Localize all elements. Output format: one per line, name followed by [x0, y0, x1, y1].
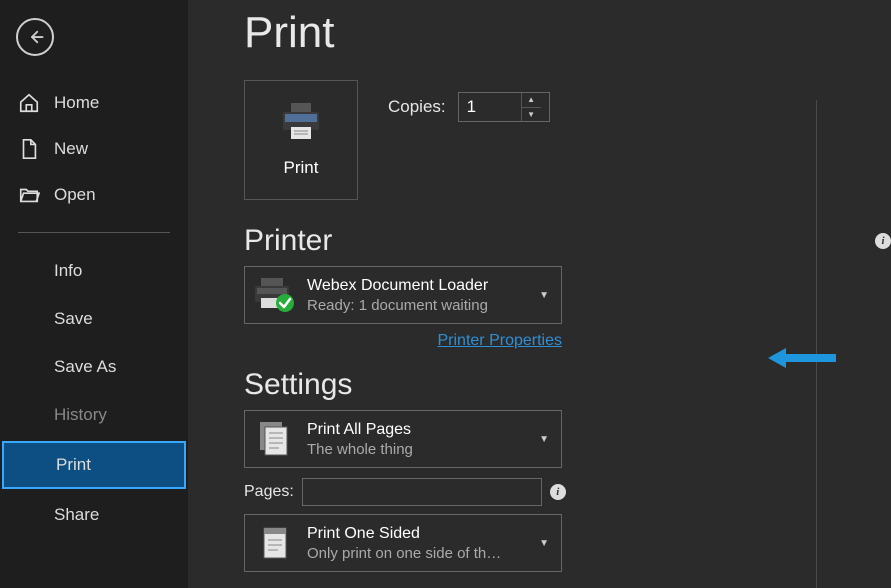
- back-button[interactable]: [16, 18, 54, 56]
- arrow-left-icon: [768, 348, 786, 368]
- copies-spinbox[interactable]: ▲ ▼: [458, 92, 550, 122]
- one-sided-icon: [253, 521, 297, 565]
- print-sides-sub: Only print on one side of th…: [307, 545, 525, 562]
- chevron-down-icon: ▼: [535, 434, 553, 445]
- print-button[interactable]: Print: [244, 80, 358, 200]
- chevron-down-icon: ▼: [535, 538, 553, 549]
- sidebar-item-label: Home: [54, 93, 99, 113]
- print-range-dropdown[interactable]: Print All Pages The whole thing ▼: [244, 410, 562, 468]
- copies-up-button[interactable]: ▲: [522, 93, 541, 108]
- arrow-left-icon: [26, 28, 44, 46]
- copies-input[interactable]: [459, 93, 521, 121]
- print-sides-dropdown[interactable]: Print One Sided Only print on one side o…: [244, 514, 562, 572]
- new-document-icon: [18, 138, 40, 160]
- sidebar-separator: [18, 232, 170, 233]
- home-icon: [18, 92, 40, 114]
- print-sides-title: Print One Sided: [307, 525, 525, 543]
- preview-divider: [816, 100, 817, 588]
- sidebar-item-home[interactable]: Home: [0, 80, 188, 126]
- printer-status-icon: [253, 273, 297, 317]
- all-pages-icon: [253, 417, 297, 461]
- sidebar-item-share[interactable]: Share: [0, 491, 188, 539]
- printer-name: Webex Document Loader: [307, 277, 525, 295]
- settings-section-title: Settings: [244, 368, 352, 402]
- printer-status: Ready: 1 document waiting: [307, 297, 525, 314]
- printer-section-title: Printer: [244, 224, 332, 258]
- printer-icon: [279, 103, 323, 146]
- sidebar-item-new[interactable]: New: [0, 126, 188, 172]
- pages-label: Pages:: [244, 483, 294, 501]
- copies-label: Copies:: [388, 97, 446, 117]
- sidebar-item-label: Open: [54, 185, 96, 205]
- chevron-down-icon: ▼: [535, 290, 553, 301]
- sidebar-item-open[interactable]: Open: [0, 172, 188, 218]
- pages-info-icon[interactable]: i: [550, 484, 566, 500]
- copies-down-button[interactable]: ▼: [522, 108, 541, 122]
- sidebar-item-label: New: [54, 139, 88, 159]
- page-title: Print: [244, 8, 891, 58]
- print-range-sub: The whole thing: [307, 441, 525, 458]
- sidebar-item-save-as[interactable]: Save As: [0, 343, 188, 391]
- backstage-sidebar: Home New Open Info Save Save As History …: [0, 0, 188, 588]
- annotation-arrow: [768, 348, 836, 368]
- print-range-title: Print All Pages: [307, 421, 525, 439]
- printer-dropdown[interactable]: Webex Document Loader Ready: 1 document …: [244, 266, 562, 324]
- printer-properties-link[interactable]: Printer Properties: [438, 332, 563, 349]
- print-backstage-panel: Print Print Copies: ▲ ▼: [188, 0, 891, 588]
- sidebar-item-info[interactable]: Info: [0, 247, 188, 295]
- open-folder-icon: [18, 184, 40, 206]
- sidebar-item-history[interactable]: History: [0, 391, 188, 439]
- print-button-label: Print: [284, 158, 319, 178]
- sidebar-item-save[interactable]: Save: [0, 295, 188, 343]
- sidebar-item-print[interactable]: Print: [2, 441, 186, 489]
- pages-input[interactable]: [302, 478, 542, 506]
- printer-info-icon[interactable]: i: [875, 233, 891, 249]
